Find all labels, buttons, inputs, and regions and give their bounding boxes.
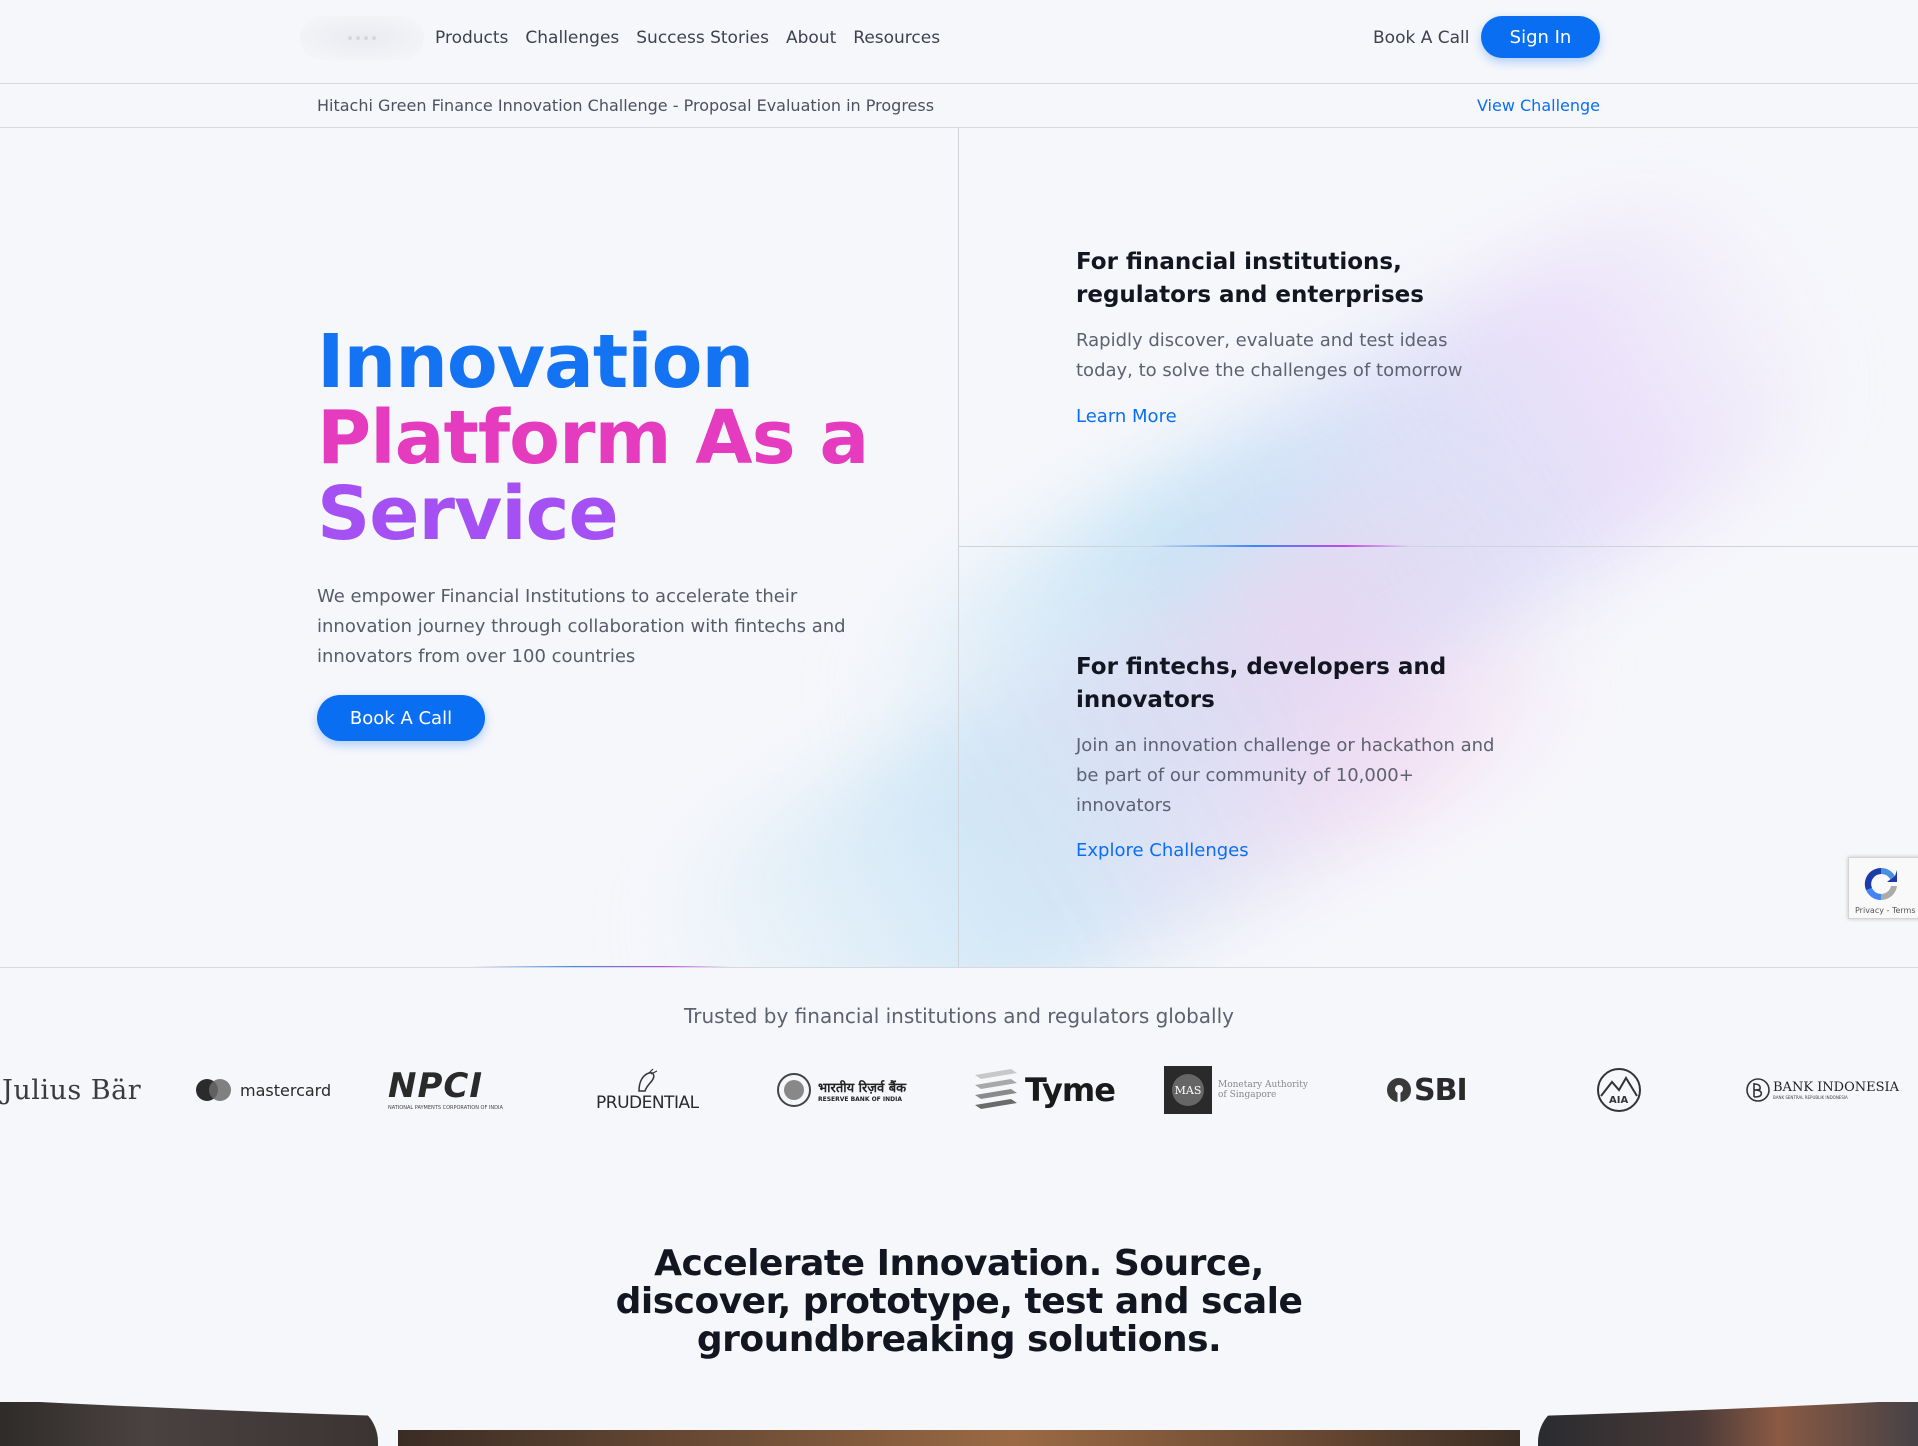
vertical-divider [958, 128, 959, 967]
hero-title-line-1: Innovation [317, 319, 754, 405]
trusted-by-heading: Trusted by financial institutions and re… [684, 1004, 1234, 1028]
nav-link-success-stories[interactable]: Success Stories [636, 26, 769, 50]
hero-title: Innovation Platform As a Service [317, 319, 869, 557]
announcement-bar: Hitachi Green Finance Innovation Challen… [0, 84, 1918, 128]
rbi-seal-icon [777, 1073, 811, 1107]
aia-wordmark: AIA [1609, 1095, 1629, 1106]
tagline-line-1: Accelerate Innovation. Source, [654, 1243, 1264, 1284]
mastercard-circles-icon [196, 1079, 231, 1101]
tyme-stack-icon [975, 1069, 1017, 1109]
sbi-wordmark: SBI [1414, 1072, 1468, 1108]
mas-badge-text: MAS [1174, 1083, 1202, 1097]
mastercard-wordmark: mastercard [240, 1080, 332, 1100]
sbi-logo: SBI [1386, 1058, 1468, 1122]
rbi-hindi-name: भारतीय रिज़र्व बैंक [818, 1080, 907, 1096]
npci-wordmark: NPCI [388, 1066, 483, 1106]
book-a-call-button[interactable]: Book A Call [317, 695, 485, 741]
recaptcha-text[interactable]: Privacy - Terms [1855, 906, 1916, 915]
mas-logo: MAS Monetary Authority of Singapore [1164, 1058, 1308, 1122]
bank-indonesia-logo: BANK INDONESIA BANK SENTRAL REPUBLIK IND… [1746, 1058, 1899, 1122]
bank-indonesia-emblem-icon [1746, 1078, 1770, 1102]
showcase-image-left [0, 1402, 378, 1446]
partner-logos-strip: Julius Bär mastercard NPCI NATIONAL PAYM… [0, 1058, 1918, 1122]
hero-section: Innovation Platform As a Service We empo… [0, 128, 1918, 968]
mas-name-line-2: of Singapore [1218, 1090, 1277, 1100]
divider-accent [1150, 545, 1410, 547]
divider-accent [470, 966, 730, 967]
npci-subtitle: NATIONAL PAYMENTS CORPORATION OF INDIA [388, 1105, 503, 1111]
nav-link-products[interactable]: Products [435, 26, 508, 50]
mas-name-line-1: Monetary Authority [1218, 1080, 1308, 1090]
tyme-wordmark: Tyme [1025, 1071, 1116, 1109]
tagline-line-3: groundbreaking solutions. [696, 1319, 1222, 1360]
julius-baer-wordmark: Julius Bär [2, 1074, 142, 1106]
rbi-english-name: RESERVE BANK OF INDIA [818, 1095, 902, 1103]
hero-description: We empower Financial Institutions to acc… [317, 586, 846, 667]
aia-emblem-icon [1597, 1068, 1641, 1112]
learn-more-link[interactable]: Learn More [1076, 406, 1177, 427]
tagline-heading: Accelerate Innovation. Source, discover,… [0, 1245, 1918, 1359]
hero-title-line-3: Service [317, 471, 619, 557]
mastercard-logo: mastercard [194, 1058, 331, 1122]
institutions-card-description: Rapidly discover, evaluate and test idea… [1076, 330, 1463, 381]
bank-indonesia-subtitle: BANK SENTRAL REPUBLIK INDONESIA [1773, 1095, 1848, 1100]
prudential-wordmark: PRUDENTIAL [596, 1093, 699, 1113]
nav-link-resources[interactable]: Resources [853, 26, 940, 50]
rbi-logo: भारतीय रिज़र्व बैंक RESERVE BANK OF INDI… [776, 1058, 906, 1122]
fintechs-card-title: For fintechs, developers and innovators [1076, 654, 1447, 713]
julius-baer-logo: Julius Bär [2, 1058, 141, 1122]
top-navigation: Products Challenges Success Stories Abou… [0, 0, 1918, 84]
brand-logo[interactable] [300, 16, 424, 60]
fintechs-card-description: Join an innovation challenge or hackatho… [1076, 735, 1495, 816]
nav-book-call-link[interactable]: Book A Call [1373, 26, 1469, 50]
mas-badge: MAS [1164, 1066, 1212, 1114]
tyme-logo: Tyme [973, 1058, 1116, 1122]
tagline-line-2: discover, prototype, test and scale [615, 1281, 1303, 1322]
prudential-emblem-icon [638, 1068, 658, 1092]
explore-challenges-link[interactable]: Explore Challenges [1076, 840, 1249, 861]
recaptcha-badge[interactable]: Privacy - Terms [1848, 857, 1918, 919]
showcase-image-center [398, 1430, 1520, 1446]
nav-links: Products Challenges Success Stories Abou… [435, 26, 940, 50]
sign-in-button[interactable]: Sign In [1481, 16, 1600, 58]
bank-indonesia-name: BANK INDONESIA [1773, 1080, 1900, 1095]
horizontal-divider [959, 546, 1918, 547]
npci-logo: NPCI NATIONAL PAYMENTS CORPORATION OF IN… [388, 1058, 503, 1122]
nav-link-about[interactable]: About [786, 26, 836, 50]
showcase-image-right [1538, 1402, 1918, 1446]
sbi-keyhole-icon [1387, 1078, 1411, 1103]
announcement-text: Hitachi Green Finance Innovation Challen… [317, 96, 935, 115]
aia-logo: AIA [1596, 1058, 1642, 1122]
institutions-card-title: For financial institutions, regulators a… [1076, 249, 1424, 308]
view-challenge-link[interactable]: View Challenge [1477, 96, 1600, 115]
nav-link-challenges[interactable]: Challenges [525, 26, 619, 50]
prudential-logo: PRUDENTIAL [596, 1058, 699, 1122]
hero-title-line-2: Platform As a [317, 395, 869, 481]
recaptcha-icon [1864, 867, 1897, 901]
